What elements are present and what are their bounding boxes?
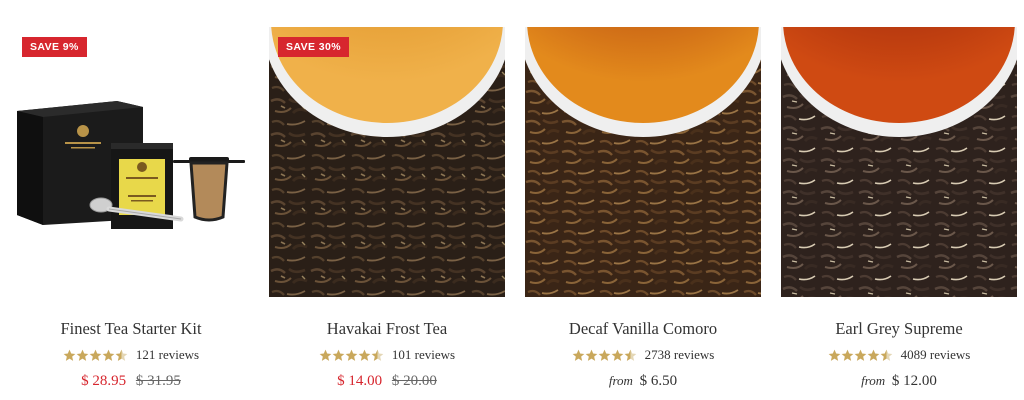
loose-leaf-tea-image bbox=[781, 27, 1017, 297]
star-rating bbox=[828, 349, 893, 362]
star-icon bbox=[332, 349, 345, 362]
discount-badge: SAVE 30% bbox=[278, 37, 349, 57]
product-title[interactable]: Havakai Frost Tea bbox=[269, 319, 505, 339]
star-rating bbox=[63, 349, 128, 362]
star-icon bbox=[585, 349, 598, 362]
price-row: $ 14.00 $ 20.00 bbox=[269, 373, 505, 390]
price-row: $ 28.95 $ 31.95 bbox=[13, 373, 249, 390]
price: $ 6.50 bbox=[639, 373, 678, 389]
product-rating[interactable]: 101 reviews bbox=[269, 347, 505, 363]
loose-leaf-tea-image bbox=[525, 27, 761, 297]
product-rating[interactable]: 121 reviews bbox=[13, 347, 249, 363]
star-icon bbox=[828, 349, 841, 362]
price-prefix: from bbox=[608, 373, 633, 388]
star-icon bbox=[598, 349, 611, 362]
star-rating bbox=[319, 349, 384, 362]
price-row: from $ 6.50 bbox=[525, 373, 761, 390]
price-prefix: from bbox=[861, 373, 886, 388]
product-card-earl-grey-supreme[interactable]: Earl Grey Supreme 4089 reviews from $ 12… bbox=[781, 27, 1017, 400]
starter-kit-image bbox=[13, 27, 249, 297]
half-star-icon bbox=[371, 349, 384, 362]
product-card-decaf-vanilla-comoro[interactable]: Decaf Vanilla Comoro 2738 reviews from $… bbox=[525, 27, 761, 400]
product-image-earl-grey-supreme[interactable] bbox=[781, 27, 1017, 297]
loose-leaf-tea-image bbox=[269, 27, 505, 297]
half-star-icon bbox=[115, 349, 128, 362]
star-icon bbox=[345, 349, 358, 362]
sale-price: $ 28.95 bbox=[81, 373, 127, 389]
product-title[interactable]: Decaf Vanilla Comoro bbox=[525, 319, 761, 339]
star-rating bbox=[572, 349, 637, 362]
product-image-decaf-vanilla-comoro[interactable] bbox=[525, 27, 761, 297]
star-icon bbox=[867, 349, 880, 362]
price: $ 12.00 bbox=[891, 373, 937, 389]
product-title[interactable]: Finest Tea Starter Kit bbox=[13, 319, 249, 339]
product-card-havakai-frost-tea[interactable]: SAVE 30% Havakai Frost Tea 101 reviews $… bbox=[269, 27, 505, 400]
compare-at-price: $ 31.95 bbox=[135, 373, 181, 389]
product-image-starter-kit[interactable]: SAVE 9% bbox=[13, 27, 249, 297]
star-icon bbox=[854, 349, 867, 362]
half-star-icon bbox=[624, 349, 637, 362]
product-title[interactable]: Earl Grey Supreme bbox=[781, 319, 1017, 339]
star-icon bbox=[102, 349, 115, 362]
star-icon bbox=[358, 349, 371, 362]
price-row: from $ 12.00 bbox=[781, 373, 1017, 390]
product-image-havakai-frost[interactable]: SAVE 30% bbox=[269, 27, 505, 297]
product-grid: SAVE 9% Finest Tea Starter Kit 121 revie… bbox=[0, 0, 1024, 400]
star-icon bbox=[611, 349, 624, 362]
sale-price: $ 14.00 bbox=[337, 373, 383, 389]
star-icon bbox=[63, 349, 76, 362]
product-card-finest-tea-starter-kit[interactable]: SAVE 9% Finest Tea Starter Kit 121 revie… bbox=[13, 27, 249, 400]
discount-badge: SAVE 9% bbox=[22, 37, 87, 57]
product-rating[interactable]: 2738 reviews bbox=[525, 347, 761, 363]
star-icon bbox=[76, 349, 89, 362]
review-count: 4089 reviews bbox=[900, 347, 971, 362]
review-count: 2738 reviews bbox=[644, 347, 715, 362]
product-rating[interactable]: 4089 reviews bbox=[781, 347, 1017, 363]
review-count: 121 reviews bbox=[135, 347, 200, 362]
star-icon bbox=[319, 349, 332, 362]
star-icon bbox=[89, 349, 102, 362]
review-count: 101 reviews bbox=[391, 347, 456, 362]
star-icon bbox=[572, 349, 585, 362]
half-star-icon bbox=[880, 349, 893, 362]
star-icon bbox=[841, 349, 854, 362]
compare-at-price: $ 20.00 bbox=[391, 373, 437, 389]
